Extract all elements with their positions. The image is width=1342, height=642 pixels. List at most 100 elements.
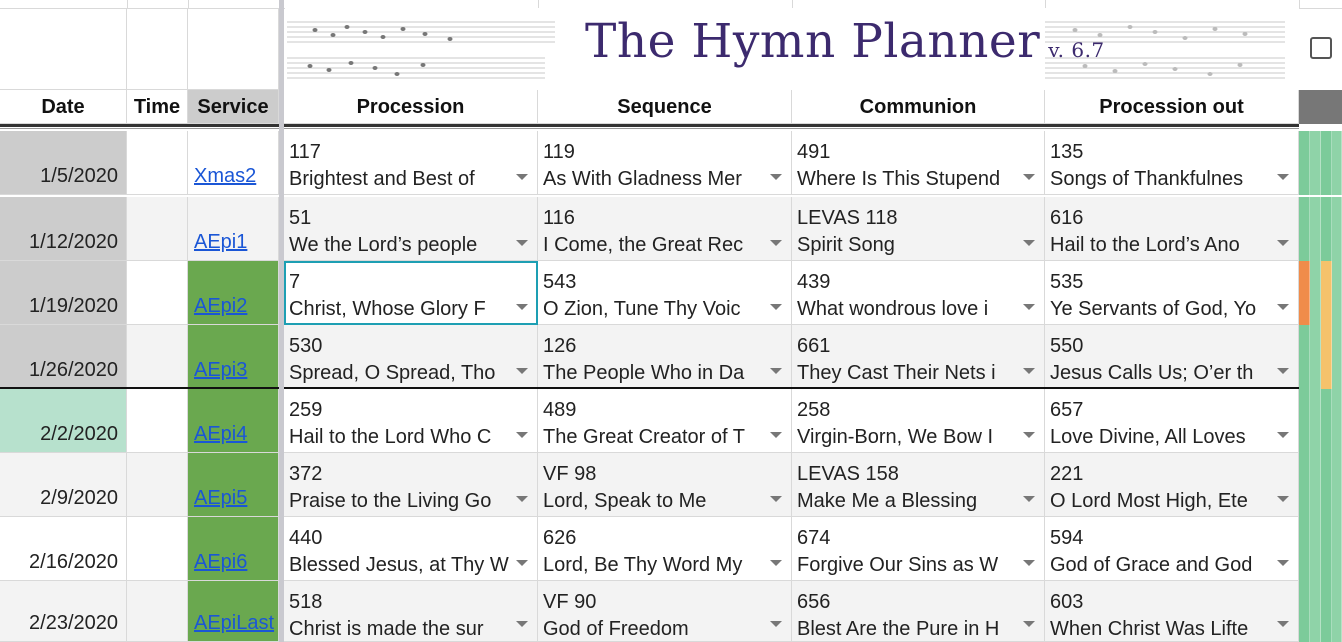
sequence-hymn-cell[interactable]: 119 As With Gladness Mer xyxy=(538,131,792,195)
header-procession[interactable]: Procession xyxy=(284,90,538,124)
procession-out-hymn-cell[interactable]: 657 Love Divine, All Loves xyxy=(1045,389,1299,453)
header-communion[interactable]: Communion xyxy=(792,90,1045,124)
service-link[interactable]: AEpi6 xyxy=(194,551,247,574)
header-time[interactable]: Time xyxy=(127,90,188,124)
procession-out-hymn-cell[interactable]: 616 Hail to the Lord’s Ano xyxy=(1045,197,1299,261)
sequence-hymn-cell[interactable]: 489 The Great Creator of T xyxy=(538,389,792,453)
dropdown-arrow-icon[interactable] xyxy=(1277,240,1289,246)
banner-row-date-cell[interactable] xyxy=(0,8,127,90)
header-service[interactable]: Service xyxy=(188,90,279,124)
procession-out-hymn-cell[interactable]: 594 God of Grace and God xyxy=(1045,517,1299,581)
time-cell[interactable] xyxy=(127,325,188,389)
service-link[interactable]: AEpi4 xyxy=(194,423,247,446)
communion-hymn-cell[interactable]: 258 Virgin-Born, We Bow I xyxy=(792,389,1045,453)
dropdown-arrow-icon[interactable] xyxy=(1023,304,1035,310)
dropdown-arrow-icon[interactable] xyxy=(516,304,528,310)
procession-out-hymn-cell[interactable]: 221 O Lord Most High, Ete xyxy=(1045,453,1299,517)
procession-hymn-cell[interactable]: 372 Praise to the Living Go xyxy=(284,453,538,517)
dropdown-arrow-icon[interactable] xyxy=(1023,174,1035,180)
communion-hymn-cell[interactable]: LEVAS 158 Make Me a Blessing xyxy=(792,453,1045,517)
dropdown-arrow-icon[interactable] xyxy=(516,560,528,566)
dropdown-arrow-icon[interactable] xyxy=(1023,240,1035,246)
sequence-hymn-cell[interactable]: 626 Lord, Be Thy Word My xyxy=(538,517,792,581)
procession-out-hymn-cell[interactable]: 603 When Christ Was Lifte xyxy=(1045,581,1299,642)
date-cell[interactable]: 2/23/2020 xyxy=(0,581,127,642)
date-cell[interactable]: 1/19/2020 xyxy=(0,261,127,325)
date-cell[interactable]: 2/16/2020 xyxy=(0,517,127,581)
procession-hymn-cell[interactable]: 117 Brightest and Best of xyxy=(284,131,538,195)
communion-hymn-cell[interactable]: 439 What wondrous love i xyxy=(792,261,1045,325)
dropdown-arrow-icon[interactable] xyxy=(516,174,528,180)
dropdown-arrow-icon[interactable] xyxy=(770,368,782,374)
date-cell[interactable]: 1/26/2020 xyxy=(0,325,127,389)
time-cell[interactable] xyxy=(127,581,188,642)
header-sequence[interactable]: Sequence xyxy=(538,90,792,124)
communion-hymn-cell[interactable]: 674 Forgive Our Sins as W xyxy=(792,517,1045,581)
dropdown-arrow-icon[interactable] xyxy=(1023,496,1035,502)
dropdown-arrow-icon[interactable] xyxy=(1277,432,1289,438)
procession-out-hymn-cell[interactable]: 535 Ye Servants of God, Yo xyxy=(1045,261,1299,325)
dropdown-arrow-icon[interactable] xyxy=(1277,560,1289,566)
service-link[interactable]: AEpi2 xyxy=(194,295,247,318)
dropdown-arrow-icon[interactable] xyxy=(1277,496,1289,502)
service-link[interactable]: Xmas2 xyxy=(194,165,256,188)
dropdown-arrow-icon[interactable] xyxy=(1023,621,1035,627)
sequence-hymn-cell[interactable]: 543 O Zion, Tune Thy Voic xyxy=(538,261,792,325)
dropdown-arrow-icon[interactable] xyxy=(1277,368,1289,374)
banner-row-service-cell[interactable] xyxy=(188,8,279,90)
procession-out-hymn-cell[interactable]: 550 Jesus Calls Us; O’er th xyxy=(1045,325,1299,389)
communion-hymn-cell[interactable]: 661 They Cast Their Nets i xyxy=(792,325,1045,389)
service-link[interactable]: AEpiLast xyxy=(194,612,274,635)
dropdown-arrow-icon[interactable] xyxy=(516,240,528,246)
dropdown-arrow-icon[interactable] xyxy=(516,496,528,502)
service-link[interactable]: AEpi1 xyxy=(194,231,247,254)
date-cell[interactable]: 2/2/2020 xyxy=(0,389,127,453)
dropdown-arrow-icon[interactable] xyxy=(1023,560,1035,566)
procession-hymn-cell[interactable]: 518 Christ is made the sur xyxy=(284,581,538,642)
header-date[interactable]: Date xyxy=(0,90,127,124)
time-cell[interactable] xyxy=(127,517,188,581)
procession-hymn-cell[interactable]: 530 Spread, O Spread, Tho xyxy=(284,325,538,389)
communion-hymn-cell[interactable]: 656 Blest Are the Pure in H xyxy=(792,581,1045,642)
procession-hymn-cell[interactable]: 7 Christ, Whose Glory F xyxy=(284,261,538,325)
communion-hymn-cell[interactable]: LEVAS 118 Spirit Song xyxy=(792,197,1045,261)
banner-checkbox[interactable] xyxy=(1310,37,1332,59)
dropdown-arrow-icon[interactable] xyxy=(516,432,528,438)
time-cell[interactable] xyxy=(127,197,188,261)
time-cell[interactable] xyxy=(127,261,188,325)
procession-hymn-cell[interactable]: 259 Hail to the Lord Who C xyxy=(284,389,538,453)
sequence-hymn-cell[interactable]: VF 98 Lord, Speak to Me xyxy=(538,453,792,517)
procession-out-hymn-cell[interactable]: 135 Songs of Thankfulnes xyxy=(1045,131,1299,195)
time-cell[interactable] xyxy=(127,453,188,517)
sequence-hymn-cell[interactable]: 116 I Come, the Great Rec xyxy=(538,197,792,261)
header-procession-out[interactable]: Procession out xyxy=(1045,90,1299,124)
time-cell[interactable] xyxy=(127,131,188,195)
frozen-column-divider[interactable] xyxy=(279,0,284,642)
dropdown-arrow-icon[interactable] xyxy=(770,240,782,246)
time-cell[interactable] xyxy=(127,389,188,453)
dropdown-arrow-icon[interactable] xyxy=(770,174,782,180)
communion-hymn-cell[interactable]: 491 Where Is This Stupend xyxy=(792,131,1045,195)
dropdown-arrow-icon[interactable] xyxy=(516,621,528,627)
sequence-hymn-cell[interactable]: 126 The People Who in Da xyxy=(538,325,792,389)
dropdown-arrow-icon[interactable] xyxy=(770,432,782,438)
dropdown-arrow-icon[interactable] xyxy=(770,621,782,627)
dropdown-arrow-icon[interactable] xyxy=(1277,174,1289,180)
dropdown-arrow-icon[interactable] xyxy=(1277,621,1289,627)
dropdown-arrow-icon[interactable] xyxy=(1277,304,1289,310)
banner-row-time-cell[interactable] xyxy=(127,8,188,90)
date-cell[interactable]: 1/5/2020 xyxy=(0,131,127,195)
date-cell[interactable]: 1/12/2020 xyxy=(0,197,127,261)
service-link[interactable]: AEpi3 xyxy=(194,359,247,382)
dropdown-arrow-icon[interactable] xyxy=(770,304,782,310)
procession-hymn-cell[interactable]: 51 We the Lord’s people xyxy=(284,197,538,261)
dropdown-arrow-icon[interactable] xyxy=(770,560,782,566)
sequence-hymn-cell[interactable]: VF 90 God of Freedom xyxy=(538,581,792,642)
dropdown-arrow-icon[interactable] xyxy=(1023,368,1035,374)
date-cell[interactable]: 2/9/2020 xyxy=(0,453,127,517)
procession-hymn-cell[interactable]: 440 Blessed Jesus, at Thy W xyxy=(284,517,538,581)
dropdown-arrow-icon[interactable] xyxy=(1023,432,1035,438)
service-link[interactable]: AEpi5 xyxy=(194,487,247,510)
dropdown-arrow-icon[interactable] xyxy=(516,368,528,374)
dropdown-arrow-icon[interactable] xyxy=(770,496,782,502)
